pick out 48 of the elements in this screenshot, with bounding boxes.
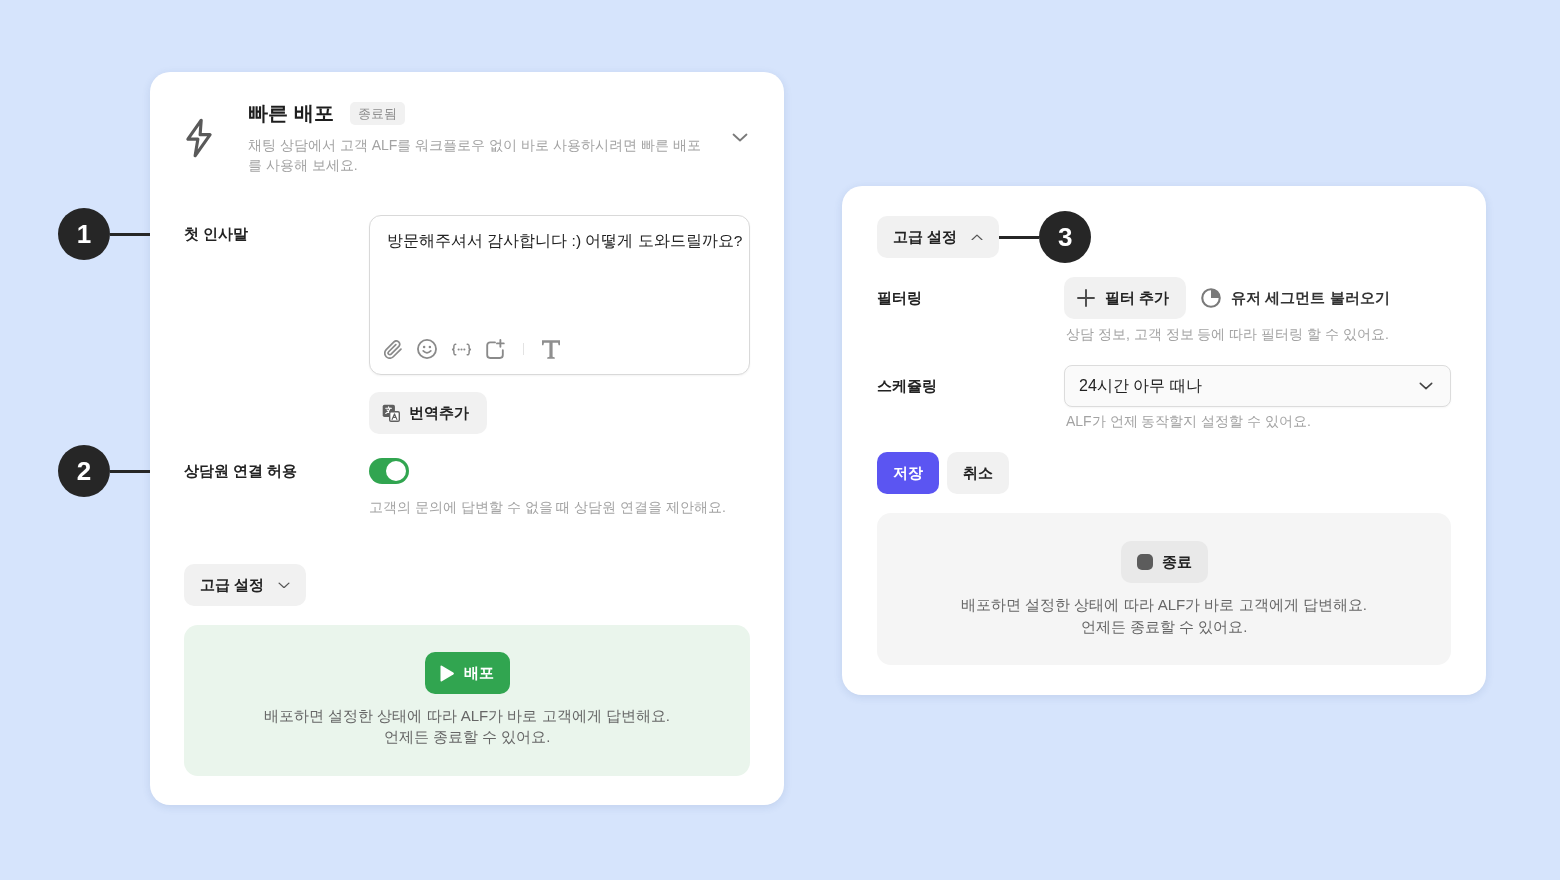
callout-number: 2 — [58, 445, 110, 497]
status-note: 언제든 종료할 수 있어요. — [1080, 617, 1248, 637]
greeting-input[interactable]: 방문해주셔서 감사합니다 :) 어떻게 도와드릴까요? — [370, 216, 749, 339]
field-label: 상담원 연결 허용 — [184, 461, 298, 481]
chevron-down-icon[interactable] — [732, 133, 748, 142]
variable-braces-icon[interactable] — [451, 342, 472, 356]
toggle-switch[interactable] — [369, 458, 409, 484]
panel-title: 빠른 배포 — [248, 101, 334, 126]
chevron-down-icon — [1419, 382, 1433, 390]
callout-number: 3 — [1039, 211, 1092, 263]
message-editor[interactable]: 방문해주셔서 감사합니다 :) 어떻게 도와드릴까요? — [369, 215, 750, 375]
status-note: 언제든 종료할 수 있어요. — [383, 727, 551, 747]
hint-text: ALF가 언제 동작할지 설정할 수 있어요. — [1065, 412, 1312, 430]
hint-text: 고객의 문의에 답변할 수 없을 때 상담원 연결을 제안해요. — [369, 498, 727, 516]
add-filter-button[interactable]: 필터 추가 — [1064, 277, 1187, 319]
status-badge: 종료됨 — [349, 101, 405, 125]
plus-icon — [1077, 289, 1095, 307]
lightning-icon — [184, 117, 214, 158]
field-label: 필터링 — [877, 288, 922, 308]
status-note: 배포하면 설정한 상태에 따라 ALF가 바로 고객에게 답변해요. — [961, 595, 1367, 615]
load-segment-button[interactable]: 유저 세그먼트 불러오기 — [1199, 277, 1392, 319]
advanced-settings-button[interactable]: 고급 설정 — [877, 216, 1000, 258]
play-icon — [439, 664, 455, 682]
translate-icon — [382, 404, 400, 422]
callout-line — [999, 235, 1040, 239]
panel-description: 채팅 상담에서 고객 ALF를 워크플로우 없이 바로 사용하시려면 빠른 배포를 사용해 보세요. — [248, 136, 702, 175]
chevron-up-icon — [971, 233, 984, 241]
end-button[interactable]: 종료 — [1120, 541, 1208, 583]
smiley-icon[interactable] — [417, 339, 437, 359]
hint-text: 상담 정보, 고객 정보 등에 따라 필터링 할 수 있어요. — [1065, 325, 1390, 343]
callout-line — [110, 469, 150, 473]
paperclip-icon[interactable] — [384, 339, 403, 359]
callout-number: 1 — [58, 208, 110, 260]
save-button[interactable]: 저장 — [877, 452, 939, 494]
cancel-button[interactable]: 취소 — [947, 452, 1009, 494]
select-value: 24시간 아무 때나 — [1079, 376, 1202, 396]
add-translation-button[interactable]: 번역추가 — [369, 392, 487, 434]
status-note: 배포하면 설정한 상태에 따라 ALF가 바로 고객에게 답변해요. — [264, 706, 670, 726]
callout-line — [110, 232, 150, 236]
advanced-settings-button[interactable]: 고급 설정 — [184, 564, 307, 606]
schedule-select[interactable]: 24시간 아무 때나 — [1064, 365, 1451, 407]
field-label: 첫 인사말 — [184, 224, 249, 244]
text-format-icon[interactable] — [542, 339, 560, 359]
field-label: 스케쥴링 — [877, 376, 937, 396]
stop-icon — [1136, 554, 1153, 570]
square-plus-icon[interactable] — [486, 339, 505, 359]
chevron-down-icon — [278, 581, 291, 589]
pie-chart-icon — [1201, 288, 1222, 308]
